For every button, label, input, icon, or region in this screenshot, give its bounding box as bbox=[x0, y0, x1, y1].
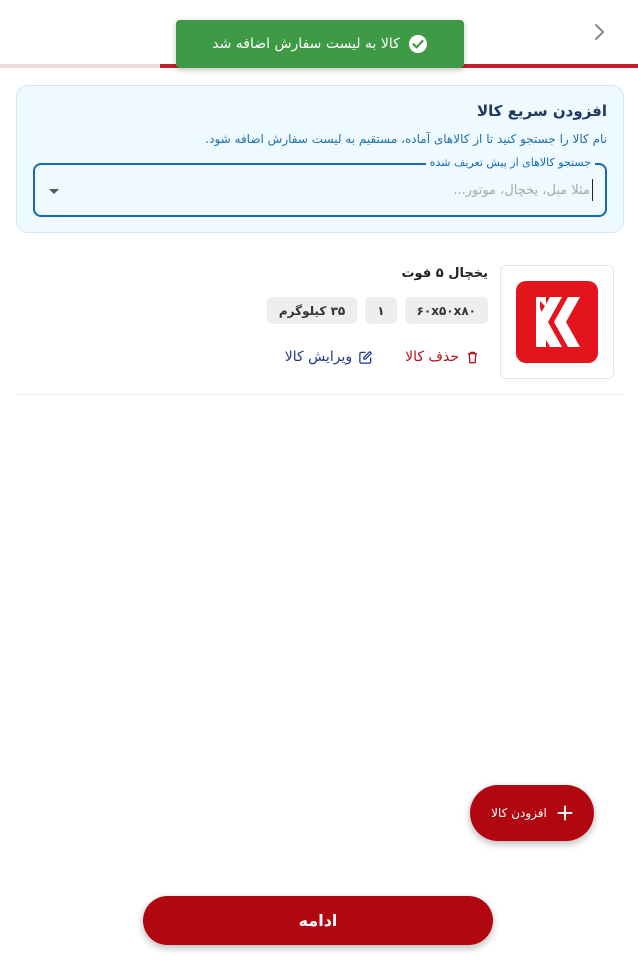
add-product-button[interactable]: افزودن کالا bbox=[470, 785, 594, 841]
toast-message: کالا به لیست سفارش اضافه شد bbox=[212, 36, 400, 52]
back-chevron-icon[interactable] bbox=[590, 22, 608, 42]
quick-add-title: افزودن سریع کالا bbox=[476, 102, 607, 120]
success-toast: کالا به لیست سفارش اضافه شد bbox=[176, 20, 464, 68]
brand-logo-icon bbox=[516, 281, 598, 363]
trash-icon bbox=[467, 351, 478, 363]
quick-add-description: نام کالا را جستجو کنید تا از کالاهای آما… bbox=[205, 132, 607, 146]
product-item: یخچال ۵ فوت ۶۰x۵۰x۸۰ ۱ ۳۵ کیلوگرم حذف کا… bbox=[16, 255, 624, 395]
add-product-label: افزودن کالا bbox=[491, 806, 547, 820]
quantity-badge: ۱ bbox=[365, 297, 397, 324]
check-circle-icon bbox=[408, 35, 427, 53]
product-search-input[interactable] bbox=[95, 179, 593, 201]
edit-icon bbox=[359, 350, 373, 364]
search-field-label: جستجو کالاهای از پیش تعریف شده bbox=[425, 156, 595, 169]
delete-product-button[interactable]: حذف کالا bbox=[405, 349, 480, 365]
edit-product-label: ویرایش کالا bbox=[284, 349, 353, 365]
product-image bbox=[500, 265, 614, 379]
plus-icon bbox=[557, 805, 573, 821]
product-actions: حذف کالا ویرایش کالا bbox=[285, 349, 480, 365]
edit-product-button[interactable]: ویرایش کالا bbox=[285, 349, 373, 365]
product-search-field[interactable]: جستجو کالاهای از پیش تعریف شده bbox=[33, 156, 607, 217]
quick-add-panel: افزودن سریع کالا نام کالا را جستجو کنید … bbox=[16, 85, 624, 233]
delete-product-label: حذف کالا bbox=[405, 349, 459, 365]
product-specs: ۶۰x۵۰x۸۰ ۱ ۳۵ کیلوگرم bbox=[266, 297, 488, 324]
dropdown-arrow-icon[interactable] bbox=[49, 189, 59, 194]
product-name: یخچال ۵ فوت bbox=[401, 266, 488, 281]
dimensions-badge: ۶۰x۵۰x۸۰ bbox=[404, 297, 488, 324]
weight-badge: ۳۵ کیلوگرم bbox=[266, 297, 358, 324]
continue-button[interactable]: ادامه bbox=[143, 896, 493, 945]
